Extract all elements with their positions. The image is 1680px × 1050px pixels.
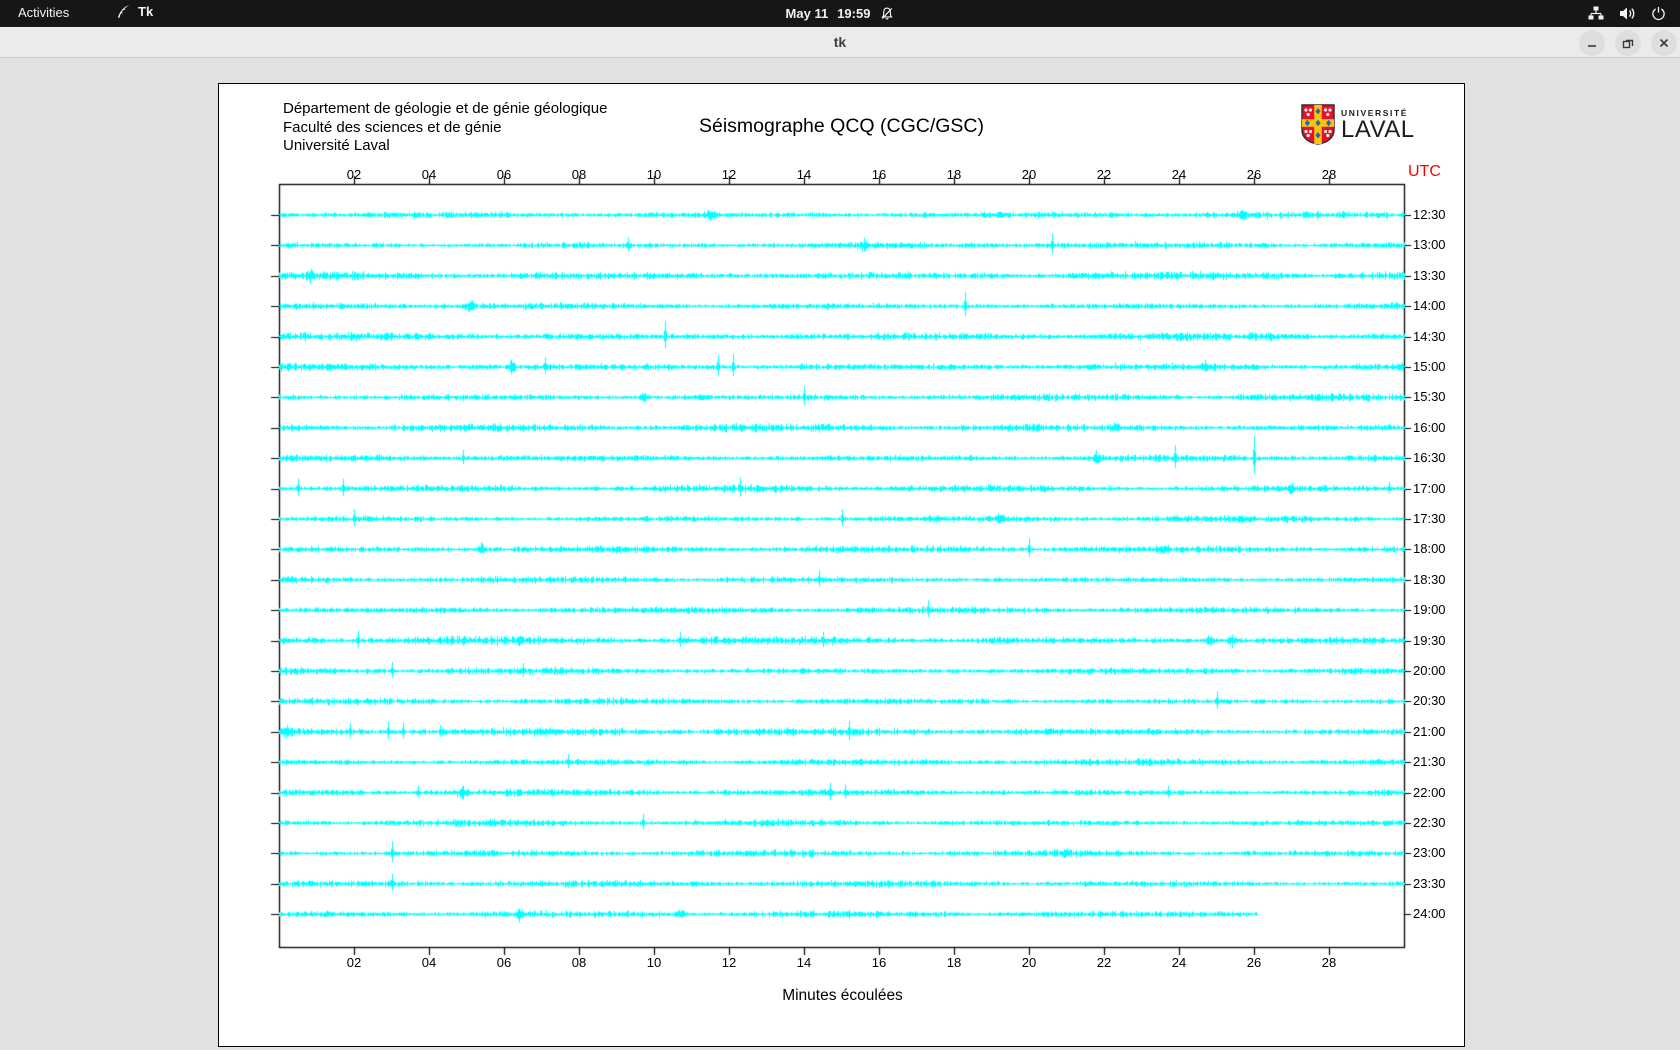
utc-time-label: 24:00	[1413, 906, 1446, 922]
utc-time-label: 16:30	[1413, 450, 1446, 466]
utc-time-label: 14:00	[1413, 298, 1446, 314]
x-tick-label: 10	[646, 167, 662, 182]
focused-app-menu[interactable]: Tk	[116, 4, 153, 19]
x-tick-label: 20	[1021, 167, 1037, 182]
utc-time-label: 20:30	[1413, 693, 1446, 709]
x-tick-label: 24	[1171, 167, 1187, 182]
maximize-button[interactable]	[1615, 30, 1641, 56]
x-tick-label: 02	[346, 167, 362, 182]
utc-time-label: 23:00	[1413, 845, 1446, 861]
utc-time-label: 17:30	[1413, 511, 1446, 526]
gnome-top-bar: Activities Tk May 11 19:59	[0, 0, 1680, 27]
x-tick-label: 26	[1246, 955, 1262, 970]
x-tick-label: 06	[496, 955, 512, 970]
volume-icon	[1620, 7, 1635, 20]
utc-time-label: 16:00	[1413, 419, 1446, 435]
clock-menu[interactable]: May 11 19:59	[786, 0, 895, 27]
x-tick-label: 04	[421, 167, 437, 182]
x-tick-label: 18	[946, 955, 962, 970]
power-icon	[1652, 6, 1665, 21]
notifications-muted-icon	[881, 7, 893, 20]
close-icon	[1659, 38, 1669, 48]
activities-button[interactable]: Activities	[18, 5, 69, 20]
x-tick-label: 16	[871, 167, 887, 182]
x-tick-label: 22	[1096, 167, 1112, 182]
window-titlebar: tk	[0, 27, 1680, 58]
x-tick-label: 04	[421, 955, 437, 970]
x-axis-title: Minutes écoulées	[782, 987, 903, 1004]
universite-laval-logo: UNIVERSITÉ LAVAL	[1301, 104, 1415, 145]
seismograph-plot	[219, 84, 1466, 1048]
institution-line-3: Université Laval	[283, 137, 390, 154]
minimize-button[interactable]	[1579, 30, 1605, 56]
utc-axis-label: UTC	[1408, 163, 1441, 180]
utc-time-label: 21:00	[1413, 723, 1446, 739]
x-tick-label: 16	[871, 955, 887, 970]
utc-time-label: 19:00	[1413, 602, 1446, 618]
clock-date: May 11	[785, 6, 829, 21]
x-tick-label: 14	[796, 167, 812, 182]
tk-window-body: Département de géologie et de génie géol…	[0, 58, 1680, 1050]
utc-time-label: 22:00	[1413, 784, 1446, 800]
x-tick-label: 10	[646, 955, 662, 970]
x-tick-label: 28	[1321, 955, 1337, 970]
x-tick-label: 18	[946, 167, 962, 182]
laval-shield-icon	[1301, 104, 1335, 145]
network-wired-icon	[1588, 6, 1604, 20]
x-tick-label: 26	[1246, 167, 1262, 182]
utc-time-label: 21:30	[1413, 754, 1446, 770]
utc-time-label: 13:30	[1413, 267, 1446, 283]
x-tick-label: 12	[721, 167, 737, 182]
x-tick-label: 28	[1321, 167, 1337, 182]
x-tick-label: 22	[1096, 955, 1112, 970]
utc-time-label: 18:00	[1413, 541, 1446, 557]
utc-time-label: 20:00	[1413, 663, 1446, 678]
x-tick-label: 24	[1171, 955, 1187, 970]
utc-time-label: 13:00	[1413, 237, 1446, 253]
plot-title: Séismographe QCQ (CGC/GSC)	[699, 115, 984, 137]
logo-laval-text: LAVAL	[1341, 115, 1415, 143]
utc-time-label: 22:30	[1413, 815, 1446, 830]
seismograph-canvas-area: Département de géologie et de génie géol…	[218, 83, 1466, 1048]
x-tick-label: 20	[1021, 955, 1037, 970]
utc-time-label: 12:30	[1413, 207, 1446, 222]
tk-feather-icon	[117, 4, 130, 18]
x-tick-label: 08	[571, 167, 587, 182]
utc-time-label: 17:00	[1413, 480, 1446, 496]
utc-time-label: 15:00	[1413, 359, 1446, 374]
utc-time-label: 18:30	[1413, 571, 1446, 587]
focused-app-name: Tk	[138, 4, 154, 19]
x-tick-label: 06	[496, 167, 512, 182]
utc-time-label: 19:30	[1413, 632, 1446, 648]
x-tick-label: 02	[346, 955, 362, 970]
maximize-icon	[1622, 39, 1634, 49]
x-tick-label: 14	[796, 955, 812, 970]
close-button[interactable]	[1651, 30, 1677, 56]
minimize-icon	[1588, 45, 1596, 47]
utc-time-label: 15:30	[1413, 389, 1446, 405]
x-tick-label: 08	[571, 955, 587, 970]
clock-time: 19:59	[837, 6, 871, 21]
window-title: tk	[833, 34, 847, 50]
utc-time-label: 23:30	[1413, 875, 1446, 891]
x-tick-label: 12	[721, 955, 737, 970]
utc-time-label: 14:30	[1413, 328, 1446, 344]
system-status-area[interactable]	[1588, 0, 1666, 27]
